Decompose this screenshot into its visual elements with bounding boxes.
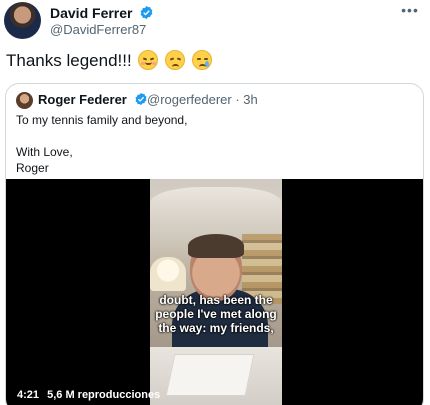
video-background-lamp <box>150 257 186 291</box>
quoted-author-avatar <box>16 92 33 109</box>
verified-badge-icon <box>141 5 153 20</box>
video-person-hair <box>188 234 244 258</box>
quoted-text-line: To my tennis family and beyond, <box>16 113 188 127</box>
video-caption: doubt, has been the people I've met alon… <box>150 293 282 335</box>
quoted-text-line: Roger <box>16 161 49 175</box>
video-view-count: 5,6 M reproducciones <box>47 389 161 401</box>
video-paper <box>165 354 255 396</box>
quoted-text-line <box>16 128 187 144</box>
quoted-author-handle: @rogerfederer · 3h <box>147 92 258 107</box>
crying-face-emoji-icon <box>191 50 212 70</box>
quoted-author-name: Roger Federer <box>38 92 148 108</box>
relieved-face-emoji-icon <box>138 50 159 70</box>
video-player[interactable]: doubt, has been the people I've met alon… <box>6 179 423 405</box>
author-name[interactable]: David Ferrer <box>50 5 154 21</box>
tweet-text-content: Thanks legend!!! <box>6 51 132 70</box>
sad-face-emoji-icon <box>165 50 186 70</box>
author-handle[interactable]: @DavidFerrer87 <box>50 22 146 38</box>
more-options-icon[interactable]: ••• <box>400 3 420 20</box>
quoted-text-line: With Love, <box>16 145 73 159</box>
video-caption-line: doubt, has been the <box>159 293 273 307</box>
tweet-header: David Ferrer @DavidFerrer87 ••• <box>0 0 430 44</box>
video-caption-line: people I've met along <box>155 307 277 321</box>
video-caption-line: the way: my friends, <box>158 321 274 335</box>
tweet-text: Thanks legend!!! <box>6 50 212 72</box>
quoted-tweet-card[interactable]: Roger Federer @rogerfederer · 3h To my t… <box>5 83 424 405</box>
author-name-text[interactable]: David Ferrer <box>50 5 132 21</box>
quoted-tweet-text: To my tennis family and beyond, With Lov… <box>16 112 187 176</box>
video-meta: 4:21 5,6 M reproducciones <box>17 389 165 401</box>
video-frame[interactable]: doubt, has been the people I've met alon… <box>150 179 282 405</box>
video-background-window <box>150 187 282 227</box>
quoted-author-name-text: Roger Federer <box>38 92 127 107</box>
video-duration: 4:21 <box>17 389 40 401</box>
verified-badge-icon <box>135 92 146 106</box>
author-avatar[interactable] <box>4 2 41 39</box>
